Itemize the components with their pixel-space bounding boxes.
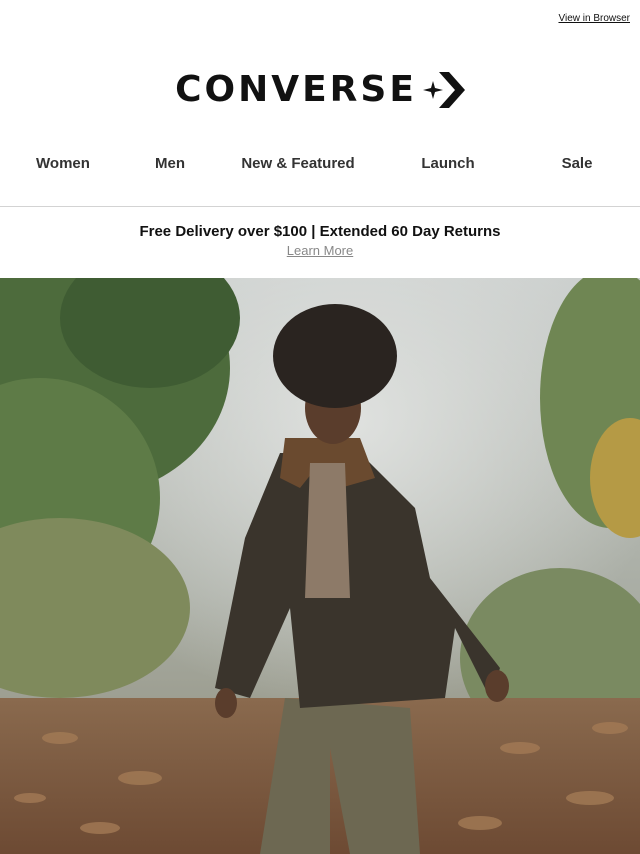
nav-divider — [0, 206, 640, 207]
converse-star-chevron-icon — [422, 72, 465, 108]
learn-more-link[interactable]: Learn More — [287, 243, 353, 259]
nav-item-men[interactable]: Men — [155, 146, 185, 182]
top-bar: View in Browser — [0, 0, 640, 40]
nav-item-sale[interactable]: Sale — [562, 146, 593, 182]
hero-photo — [0, 278, 640, 854]
hero-image[interactable] — [0, 278, 640, 854]
nav-item-women[interactable]: Women — [36, 146, 90, 182]
promo-text: Free Delivery over $100 | Extended 60 Da… — [139, 223, 501, 240]
main-nav: Women Men New & Featured Launch Sale — [0, 146, 640, 182]
logo-wordmark: CONVERSE — [175, 69, 417, 110]
nav-item-launch[interactable]: Launch — [421, 146, 474, 182]
view-in-browser-link[interactable]: View in Browser — [558, 13, 630, 24]
promo-banner: Free Delivery over $100 | Extended 60 Da… — [0, 222, 640, 260]
nav-item-new-featured[interactable]: New & Featured — [241, 146, 354, 182]
brand-logo[interactable]: CONVERSE — [0, 68, 640, 112]
